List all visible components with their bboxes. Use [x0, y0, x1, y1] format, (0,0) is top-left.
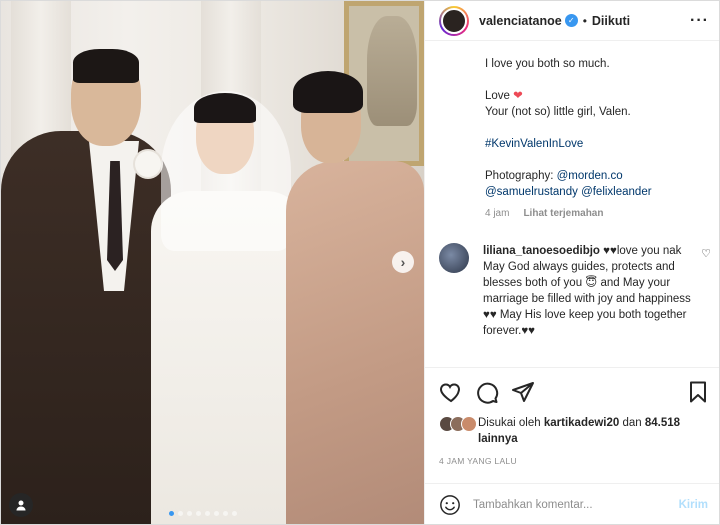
header-separator: •	[582, 13, 587, 28]
verified-badge-icon: ✓	[564, 14, 578, 27]
post-details-panel: valenciatanoe ✓ • Diikuti ··· I love you…	[424, 1, 719, 524]
mention-link[interactable]: @samuelrustandy	[485, 186, 578, 198]
bride-hair	[194, 93, 256, 123]
red-heart-icon: ❤	[513, 90, 523, 102]
heart-outline-icon[interactable]: ♡	[701, 243, 711, 339]
hashtag-link[interactable]: #KevinValenInLove	[485, 136, 705, 152]
mother-hair	[293, 71, 363, 113]
chevron-right-icon: ›	[400, 254, 406, 270]
see-translation-button[interactable]: Lihat terjemahan	[523, 208, 603, 219]
action-bar	[425, 367, 719, 404]
man-figure	[1, 131, 171, 524]
man-hair	[73, 49, 139, 83]
likes-summary: Disukai oleh kartikadewi20 dan 84.518 la…	[439, 415, 714, 447]
next-photo-button[interactable]: ›	[392, 251, 414, 273]
photography-label: Photography:	[485, 170, 554, 182]
carousel-dot	[205, 511, 210, 516]
likes-and: dan	[622, 417, 642, 429]
avatar[interactable]	[439, 5, 469, 36]
share-icon[interactable]	[511, 380, 535, 404]
likes-others[interactable]: lainnya	[478, 433, 518, 445]
comment-text: ♥♥love you nak May God always guides, pro…	[483, 245, 691, 337]
comment-icon[interactable]	[475, 380, 499, 404]
comment-item: liliana_tanoesoedibjo ♥♥love you nak May …	[425, 219, 719, 339]
caption-line: I love you both so much.	[485, 58, 610, 70]
carousel-dot	[196, 511, 201, 516]
bookmark-icon[interactable]	[686, 380, 710, 404]
post-username[interactable]: valenciatanoe	[479, 14, 562, 28]
caption-time: 4 jam	[485, 208, 510, 219]
post-timestamp: 4 JAM YANG LALU	[439, 456, 517, 466]
likes-prefix: Disukai oleh	[478, 417, 541, 429]
heart-icon[interactable]	[439, 380, 463, 404]
mother-dress	[286, 161, 424, 524]
post-photo[interactable]: ›	[1, 1, 424, 524]
likes-count[interactable]: 84.518	[645, 417, 680, 429]
boutonniere	[135, 151, 161, 177]
caption-line: Photography: @morden.co	[485, 168, 705, 184]
carousel-dot	[214, 511, 219, 516]
mention-link[interactable]: @felixleander	[581, 186, 652, 198]
caption-love: Love	[485, 90, 510, 102]
user-tag-button[interactable]	[9, 493, 33, 517]
mention-link[interactable]: @morden.co	[557, 170, 623, 182]
caption-meta: 4 jam Lihat terjemahan	[425, 200, 719, 219]
comment-body: liliana_tanoesoedibjo ♥♥love you nak May …	[483, 243, 701, 339]
liker-avatars	[439, 416, 477, 432]
more-options-icon[interactable]: ···	[690, 12, 709, 30]
person-icon	[16, 500, 26, 511]
carousel-dots	[169, 511, 237, 516]
caption-line: Your (not so) little girl, Valen.	[485, 106, 631, 118]
follow-status-button[interactable]: Diikuti	[592, 14, 630, 28]
likes-text: Disukai oleh kartikadewi20 dan 84.518 la…	[478, 415, 714, 447]
emoji-icon[interactable]	[439, 494, 461, 516]
caption-line: Love ❤	[485, 88, 705, 104]
comment-username[interactable]: liliana_tanoesoedibjo	[483, 245, 600, 257]
comment-composer: Kirim	[425, 483, 719, 524]
carousel-dot	[169, 511, 174, 516]
post-header: valenciatanoe ✓ • Diikuti ···	[425, 1, 719, 41]
carousel-dot	[178, 511, 183, 516]
post-modal: › valenciatanoe ✓ • Diikuti ··· I love y…	[0, 0, 720, 525]
caption-line: @samuelrustandy @felixleander	[485, 184, 705, 200]
comment-input[interactable]	[473, 499, 679, 511]
post-comment-button[interactable]: Kirim	[679, 499, 708, 511]
comment-avatar[interactable]	[439, 243, 469, 273]
carousel-dot	[187, 511, 192, 516]
carousel-dot	[223, 511, 228, 516]
post-caption: I love you both so much. Love ❤ Your (no…	[425, 41, 719, 200]
carousel-dot	[232, 511, 237, 516]
liker-username[interactable]: kartikadewi20	[544, 417, 619, 429]
